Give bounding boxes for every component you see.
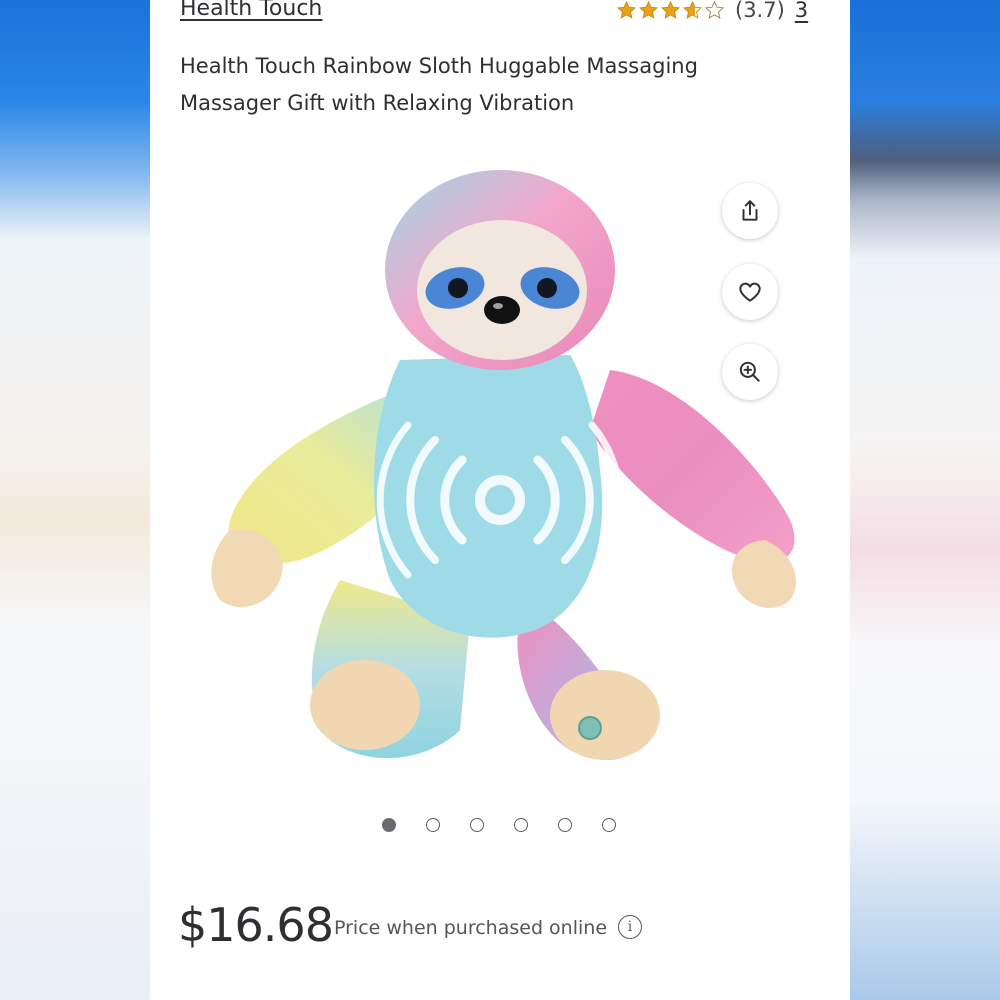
blurred-background-right (850, 0, 1000, 1000)
star-rating (616, 0, 725, 21)
favorite-button[interactable] (722, 264, 778, 320)
zoom-in-icon (739, 361, 760, 382)
blurred-background-left (0, 0, 150, 1000)
price-note: Price when purchased online (334, 917, 608, 939)
star-icon (638, 0, 659, 19)
carousel-dot[interactable] (426, 818, 440, 832)
carousel-dot[interactable] (514, 818, 528, 832)
rating[interactable]: (3.7) 3 (616, 0, 808, 22)
rating-value: (3.7) (735, 0, 785, 22)
product-title: Health Touch Rainbow Sloth Huggable Mass… (180, 48, 780, 122)
brand-link[interactable]: Health Touch (180, 0, 322, 21)
zoom-button[interactable] (722, 344, 778, 400)
carousel-dot[interactable] (470, 818, 484, 832)
carousel-dot[interactable] (558, 818, 572, 832)
image-carousel-dots (382, 818, 616, 832)
product-image[interactable] (190, 160, 810, 780)
product-title-line: Health Touch Rainbow Sloth Huggable Mass… (180, 54, 698, 78)
price: $16.68 (178, 898, 334, 952)
review-count-link[interactable]: 3 (795, 0, 808, 22)
star-empty-icon (704, 0, 725, 19)
star-icon (660, 0, 681, 19)
carousel-dot[interactable] (602, 818, 616, 832)
product-card: Health Touch (3.7) 3 Health Touch Rainbo… (150, 0, 850, 1000)
product-title-line: Massager Gift with Relaxing Vibration (180, 91, 575, 115)
heart-icon (739, 282, 761, 302)
star-half-icon (682, 0, 703, 19)
carousel-dot[interactable] (382, 818, 396, 832)
share-icon (742, 200, 758, 221)
share-button[interactable] (722, 183, 778, 239)
info-icon[interactable]: i (618, 915, 642, 939)
star-icon (616, 0, 637, 19)
